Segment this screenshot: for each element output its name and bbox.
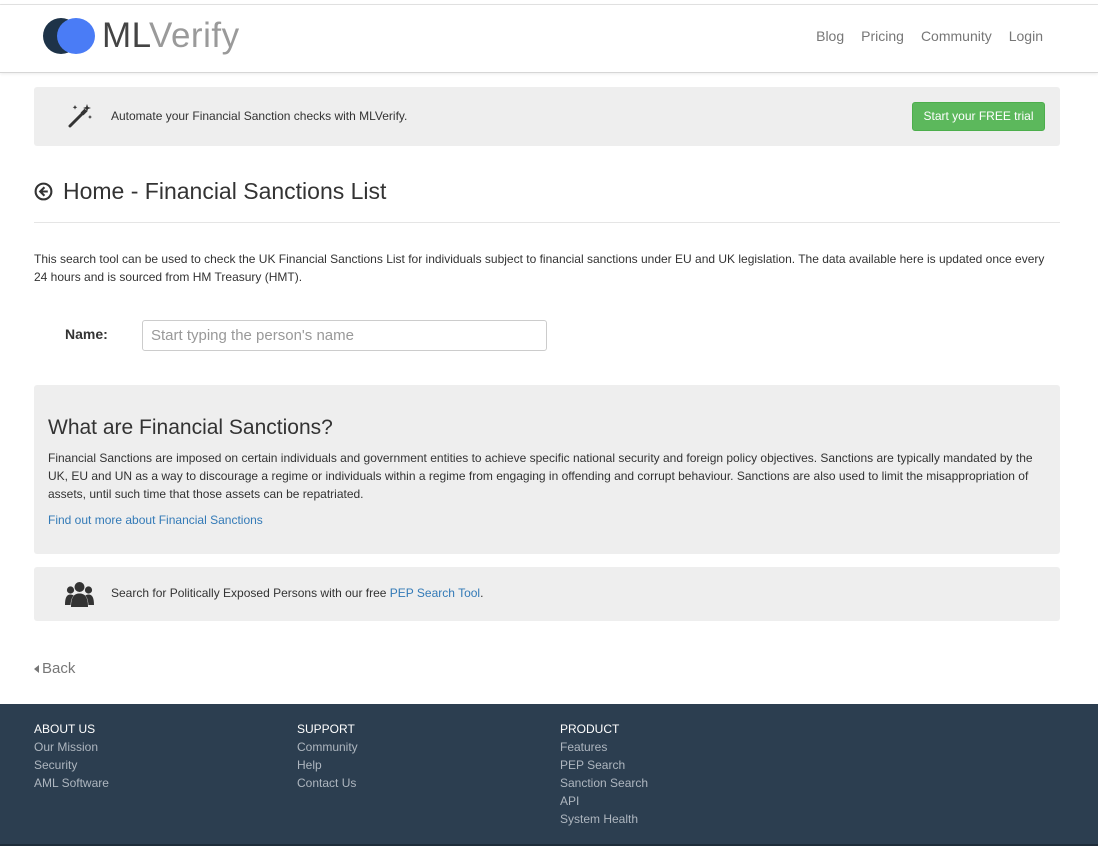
footer-col-about: ABOUT US Our Mission Security AML Softwa… [34,720,109,792]
nav-blog[interactable]: Blog [816,28,844,44]
footer-link-aml-software[interactable]: AML Software [34,774,109,792]
sanctions-info-box: What are Financial Sanctions? Financial … [34,385,1060,554]
footer-link-security[interactable]: Security [34,756,109,774]
footer-link-help[interactable]: Help [297,756,358,774]
footer-col-product: PRODUCT Features PEP Search Sanction Sea… [560,720,648,828]
nav-community[interactable]: Community [921,28,992,44]
info-body: Financial Sanctions are imposed on certa… [48,451,1033,501]
magic-wand-icon [68,104,92,128]
users-icon [65,582,94,607]
pep-text: Search for Politically Exposed Persons w… [111,586,484,600]
info-heading: What are Financial Sanctions? [48,416,333,439]
footer-heading: PRODUCT [560,722,620,736]
footer-link-api[interactable]: API [560,792,648,810]
name-search-input[interactable] [142,320,547,351]
title-divider [34,222,1060,223]
site-footer: ABOUT US Our Mission Security AML Softwa… [0,704,1098,846]
promo-text: Automate your Financial Sanction checks … [111,109,408,123]
find-out-more-link[interactable]: Find out more about Financial Sanctions [48,513,263,527]
intro-paragraph: This search tool can be used to check th… [34,252,1045,284]
footer-heading: ABOUT US [34,722,96,736]
footer-link-community[interactable]: Community [297,738,358,756]
name-label: Name: [65,326,108,342]
page-heading: Home - Financial Sanctions List [63,178,387,204]
footer-heading: SUPPORT [297,722,355,736]
nav-pricing[interactable]: Pricing [861,28,904,44]
caret-left-icon [34,664,39,673]
main-nav: Blog Pricing Community Login [799,28,1043,44]
footer-col-support: SUPPORT Community Help Contact Us [297,720,358,792]
pep-banner: Search for Politically Exposed Persons w… [34,567,1060,621]
footer-link-system-health[interactable]: System Health [560,810,648,828]
logo-circles-icon [43,18,96,54]
footer-link-contact-us[interactable]: Contact Us [297,774,358,792]
pep-search-tool-link[interactable]: PEP Search Tool [390,586,480,600]
footer-link-features[interactable]: Features [560,738,648,756]
promo-banner: Automate your Financial Sanction checks … [34,87,1060,146]
page-title: Home - Financial Sanctions List [34,178,386,205]
logo-wordmark: MLVerify [102,16,240,55]
start-free-trial-button[interactable]: Start your FREE trial [912,102,1045,131]
footer-link-our-mission[interactable]: Our Mission [34,738,109,756]
mlverify-logo[interactable]: MLVerify [43,17,240,55]
circle-arrow-left-icon[interactable] [34,182,53,201]
footer-link-sanction-search[interactable]: Sanction Search [560,774,648,792]
nav-login[interactable]: Login [1009,28,1043,44]
back-link[interactable]: Back [34,660,75,677]
top-navbar: MLVerify Blog Pricing Community Login [0,5,1098,73]
footer-link-pep-search[interactable]: PEP Search [560,756,648,774]
